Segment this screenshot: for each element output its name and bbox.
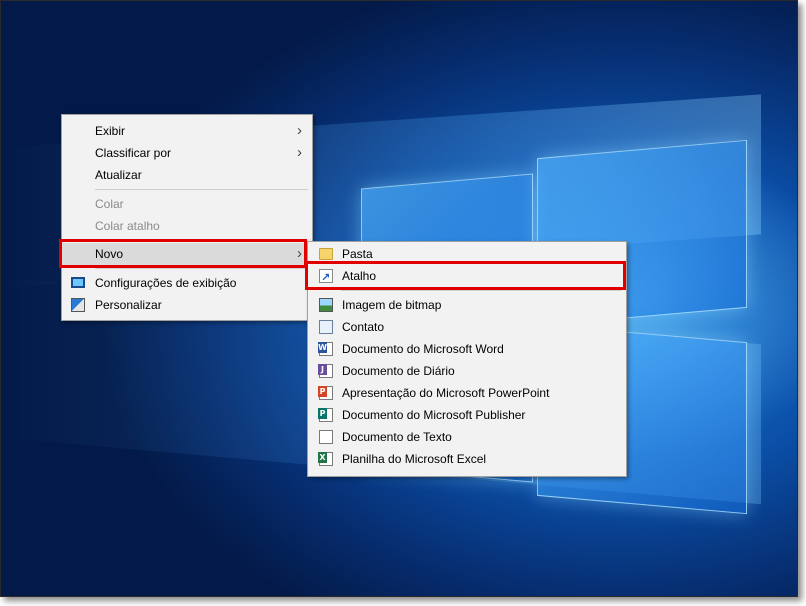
- text-doc-icon: [319, 430, 333, 444]
- menu-item-colar[interactable]: Colar: [62, 193, 312, 215]
- submenu-item-pasta[interactable]: Pasta: [308, 243, 626, 265]
- menu-separator: [95, 240, 308, 241]
- menu-item-label: Colar: [95, 197, 124, 211]
- submenu-item-documento-word[interactable]: W Documento do Microsoft Word: [308, 338, 626, 360]
- menu-separator: [95, 189, 308, 190]
- submenu-item-documento-publisher[interactable]: P Documento do Microsoft Publisher: [308, 404, 626, 426]
- menu-item-label: Colar atalho: [95, 219, 160, 233]
- menu-separator: [95, 268, 308, 269]
- menu-item-label: Documento do Microsoft Word: [342, 342, 504, 356]
- journal-doc-icon: J: [318, 364, 333, 378]
- menu-item-label: Exibir: [95, 124, 126, 138]
- menu-item-label: Planilha do Microsoft Excel: [342, 452, 487, 466]
- icon-letter: J: [318, 364, 327, 375]
- menu-item-atualizar[interactable]: Atualizar: [62, 164, 312, 186]
- menu-item-label: Contato: [342, 320, 385, 334]
- menu-item-personalizar[interactable]: Personalizar: [62, 294, 312, 316]
- menu-separator: [341, 290, 622, 291]
- menu-item-colar-atalho[interactable]: Colar atalho: [62, 215, 312, 237]
- submenu-item-contato[interactable]: Contato: [308, 316, 626, 338]
- submenu-item-apresentacao-powerpoint[interactable]: P Apresentação do Microsoft PowerPoint: [308, 382, 626, 404]
- menu-item-label: Pasta: [342, 247, 373, 261]
- powerpoint-icon: P: [318, 386, 333, 400]
- contact-icon: [319, 320, 333, 334]
- shortcut-icon: [319, 267, 333, 289]
- menu-item-label: Novo: [95, 247, 124, 261]
- menu-item-label: Documento de Diário: [342, 364, 455, 378]
- menu-item-label: Atalho: [342, 269, 377, 283]
- chevron-right-icon: ›: [297, 245, 302, 262]
- bitmap-icon: [319, 298, 333, 312]
- icon-letter: P: [318, 386, 327, 397]
- submenu-item-imagem-bitmap[interactable]: Imagem de bitmap: [308, 294, 626, 316]
- menu-item-label: Imagem de bitmap: [342, 298, 442, 312]
- menu-item-label: Atualizar: [95, 168, 142, 182]
- word-doc-icon: W: [318, 342, 333, 356]
- menu-item-exibir[interactable]: Exibir ›: [62, 120, 312, 142]
- menu-item-label: Classificar por: [95, 146, 172, 160]
- menu-item-label: Personalizar: [95, 298, 162, 312]
- submenu-item-planilha-excel[interactable]: X Planilha do Microsoft Excel: [308, 448, 626, 470]
- menu-item-configuracoes-exibicao[interactable]: Configurações de exibição: [62, 272, 312, 294]
- new-submenu: Pasta Atalho Imagem de bitmap Contato W …: [307, 241, 627, 477]
- submenu-item-atalho[interactable]: Atalho: [308, 265, 626, 289]
- menu-item-novo[interactable]: Novo ›: [62, 243, 312, 265]
- menu-item-classificar-por[interactable]: Classificar por ›: [62, 142, 312, 164]
- excel-icon: X: [318, 452, 333, 466]
- desktop-context-menu: Exibir › Classificar por › Atualizar Col…: [61, 114, 313, 321]
- personalize-icon: [71, 298, 85, 312]
- chevron-right-icon: ›: [297, 144, 302, 161]
- display-settings-icon: [71, 277, 85, 288]
- icon-letter: P: [318, 408, 327, 419]
- menu-item-label: Documento de Texto: [342, 430, 452, 444]
- submenu-item-documento-diario[interactable]: J Documento de Diário: [308, 360, 626, 382]
- submenu-item-documento-texto[interactable]: Documento de Texto: [308, 426, 626, 448]
- publisher-icon: P: [318, 408, 333, 422]
- screenshot-frame: Exibir › Classificar por › Atualizar Col…: [0, 0, 798, 597]
- icon-letter: X: [318, 452, 327, 463]
- folder-icon: [319, 248, 333, 260]
- icon-letter: W: [318, 342, 327, 353]
- menu-item-label: Apresentação do Microsoft PowerPoint: [342, 386, 550, 400]
- chevron-right-icon: ›: [297, 122, 302, 139]
- menu-item-label: Configurações de exibição: [95, 276, 237, 290]
- menu-item-label: Documento do Microsoft Publisher: [342, 408, 526, 422]
